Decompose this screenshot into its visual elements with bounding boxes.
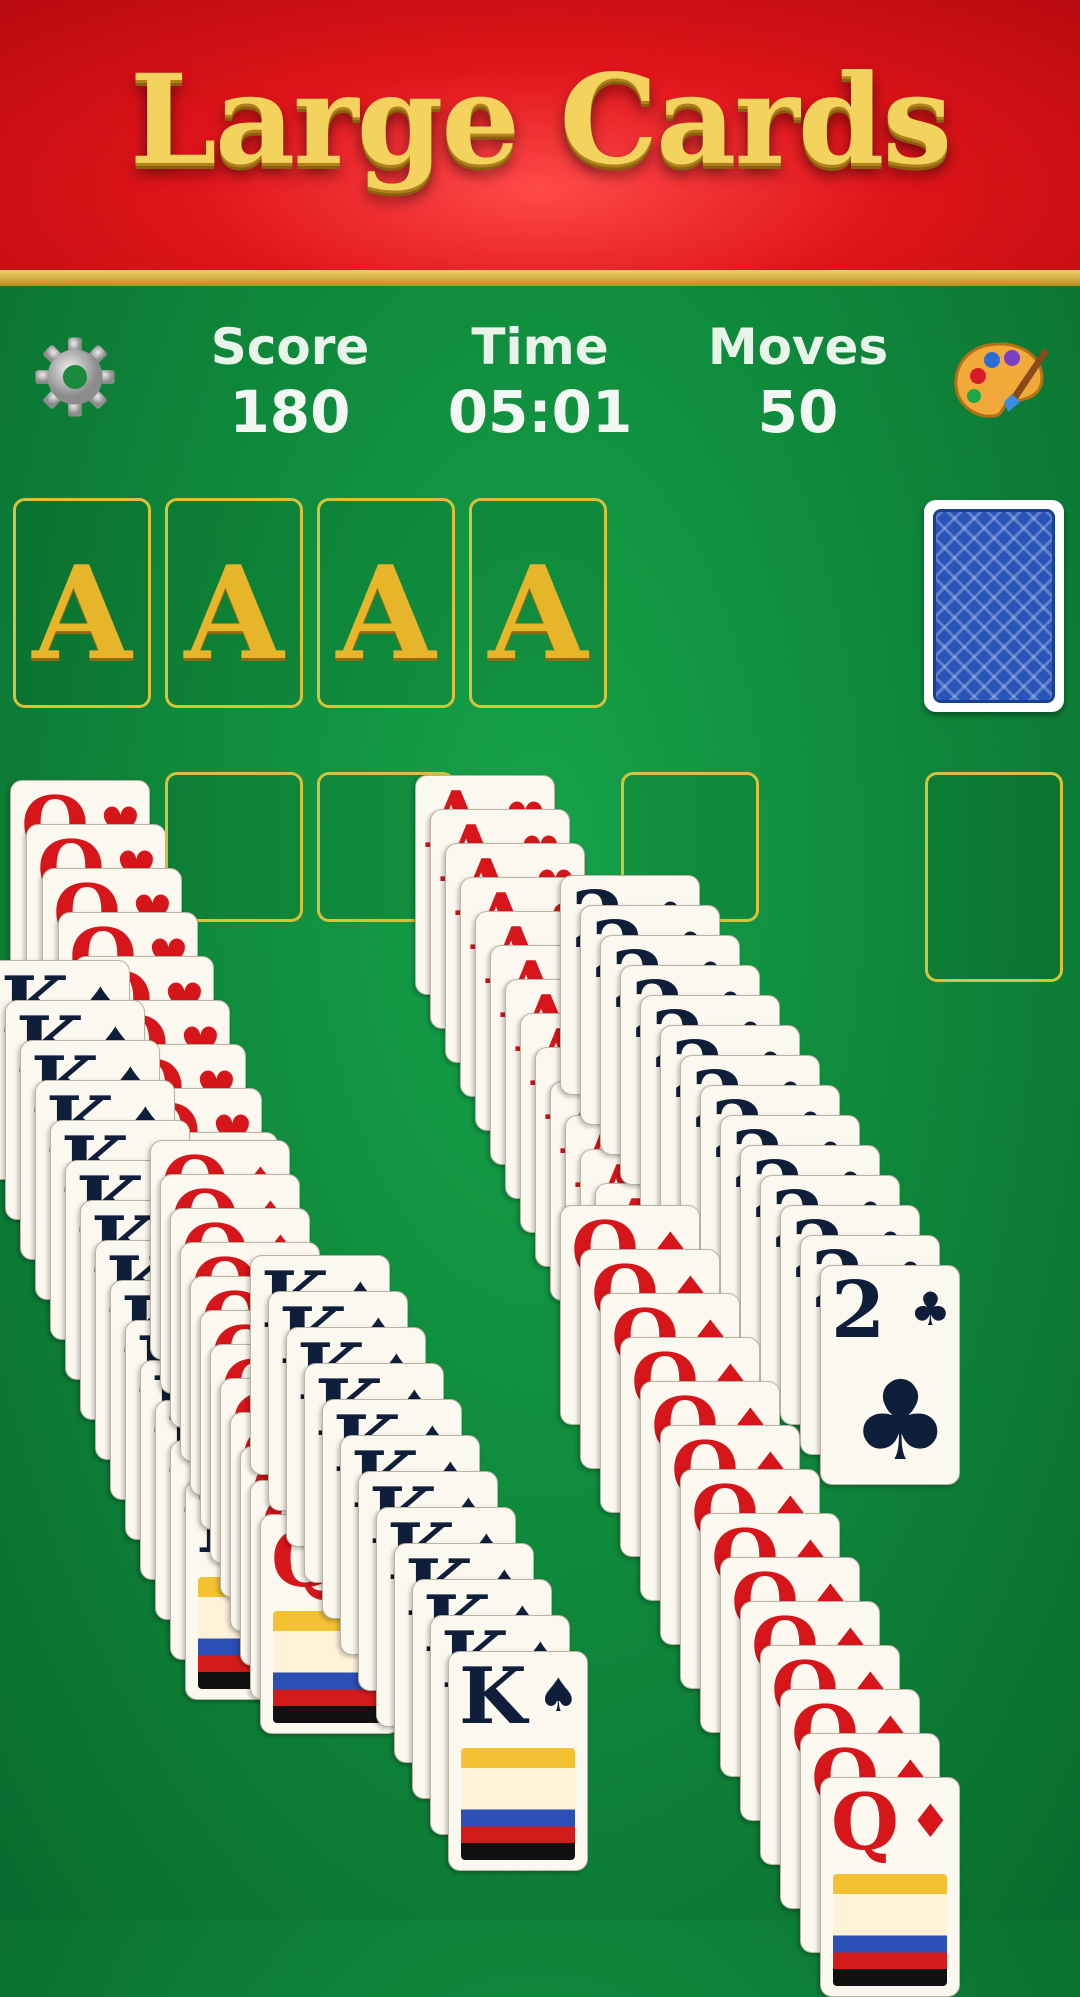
- card-rank: 2: [831, 1265, 886, 1356]
- cascade-card: Q♦: [820, 1777, 960, 1997]
- card-suit: ♦: [909, 1794, 951, 1848]
- foundation-letter: A: [32, 539, 132, 689]
- palette-icon[interactable]: [950, 336, 1050, 426]
- score-value: 180: [229, 378, 351, 446]
- time-label: Time: [471, 318, 609, 376]
- foundation-letter: A: [184, 539, 284, 689]
- stock-pile[interactable]: [924, 500, 1064, 712]
- foundation-slot-3[interactable]: A: [317, 498, 455, 708]
- card-rank: K: [459, 1651, 527, 1742]
- court-face-art: [833, 1874, 947, 1986]
- foundation-slot-2[interactable]: A: [165, 498, 303, 708]
- title-banner: Large Cards: [0, 0, 1080, 270]
- foundation-letter: A: [336, 539, 436, 689]
- card-back-pattern: [933, 509, 1055, 703]
- cascade-card: K♠: [448, 1651, 588, 1871]
- card-center-suit: ♣: [851, 1357, 950, 1485]
- gear-icon[interactable]: [32, 334, 118, 420]
- cascade-card: 2 ♣ ♣: [820, 1265, 960, 1485]
- moves-label: Moves: [707, 318, 889, 376]
- card-suit: ♠: [537, 1668, 579, 1722]
- card-rank: Q: [831, 1777, 899, 1868]
- foundation-slot-4[interactable]: A: [469, 498, 607, 708]
- banner-title: Large Cards: [129, 48, 953, 193]
- tableau-slot[interactable]: [165, 772, 303, 922]
- foundation-letter: A: [488, 539, 588, 689]
- moves-value: 50: [757, 378, 839, 446]
- card-suit: ♣: [909, 1282, 951, 1336]
- tableau-slot[interactable]: [925, 772, 1063, 982]
- score-label: Score: [210, 318, 370, 376]
- time-value: 05:01: [447, 378, 633, 446]
- banner-gold-stripe: [0, 270, 1080, 286]
- foundation-slot-1[interactable]: A: [13, 498, 151, 708]
- court-face-art: [461, 1748, 575, 1860]
